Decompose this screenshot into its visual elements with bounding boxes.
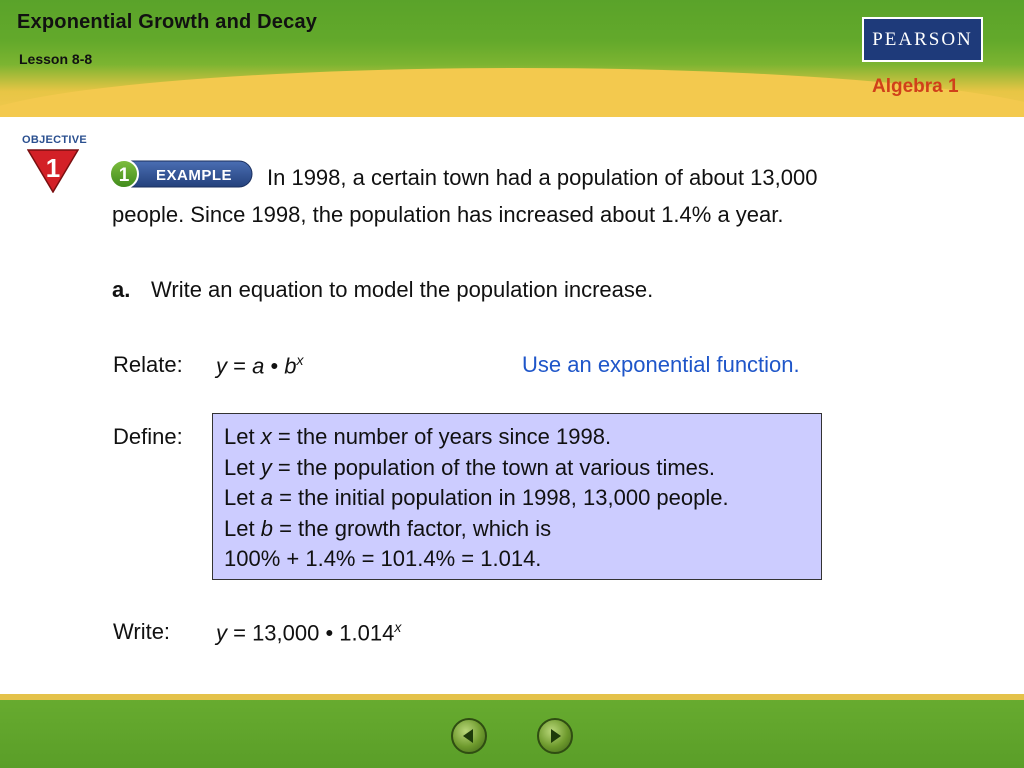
define-var: a [260,485,273,510]
relate-dot: • [264,353,285,379]
define-let: Let [224,516,261,541]
define-line-x: Let x = the number of years since 1998. [224,424,611,450]
define-line-b: Let b = the growth factor, which is [224,516,551,542]
define-text: = the population of the town at various … [271,455,716,480]
example-badge: 1 EXAMPLE [109,159,253,189]
problem-line-1: In 1998, a certain town had a population… [267,165,818,190]
define-line-y: Let y = the population of the town at va… [224,455,715,481]
write-var-y: y [216,620,227,646]
define-line-growth: 100% + 1.4% = 101.4% = 1.014. [224,546,542,571]
define-var: x [260,424,272,449]
relate-exponent: x [296,352,304,368]
define-box: Let x = the number of years since 1998. … [212,413,822,580]
write-exponent: x [394,619,402,635]
define-let: Let [224,424,261,449]
objective-number: 1 [46,153,60,183]
part-a-prompt: Write an equation to model the populatio… [151,277,654,302]
define-line-a: Let a = the initial population in 1998, … [224,485,729,511]
lesson-title: Exponential Growth and Decay [17,11,318,33]
header-banner: Exponential Growth and Decay Lesson 8-8 … [0,0,1024,117]
define-let: Let [224,485,261,510]
relate-hint: Use an exponential function. [522,352,800,377]
define-text: = the initial population in 1998, 13,000… [272,485,729,510]
example-label: EXAMPLE [156,167,232,184]
lesson-number: Lesson 8-8 [19,51,93,67]
course-label: Algebra 1 [872,76,959,97]
relate-var-b: b [284,353,297,379]
write-rhs: = 13,000 • 1.014 [227,620,395,646]
define-label: Define: [113,424,183,449]
define-text: = the number of years since 1998. [271,424,612,449]
arrow-right-icon [551,729,561,743]
problem-line-2: people. Since 1998, the population has i… [112,202,784,227]
relate-equals: = [227,353,253,379]
write-label: Write: [113,619,171,644]
header-swoosh [0,68,1024,117]
previous-slide-button[interactable] [451,718,487,754]
define-let: Let [224,455,261,480]
define-var: y [260,455,272,480]
part-a-marker: a. [112,277,131,302]
arrow-left-icon [463,729,473,743]
relate-var-a: a [252,353,265,379]
objective-label: OBJECTIVE [22,134,88,146]
objective-triangle-icon: 1 [27,149,79,193]
objective-badge: OBJECTIVE 1 [18,134,90,194]
example-number: 1 [119,165,130,186]
footer-bar [0,700,1024,768]
define-var: b [260,516,273,541]
define-text: = the growth factor, which is [272,516,552,541]
relate-equation: y = a • bx [216,352,304,379]
next-slide-button[interactable] [537,718,573,754]
relate-var-y: y [216,353,227,379]
pearson-logo: PEARSON [862,17,983,62]
relate-label: Relate: [113,352,183,377]
write-equation: y = 13,000 • 1.014x [216,619,401,646]
